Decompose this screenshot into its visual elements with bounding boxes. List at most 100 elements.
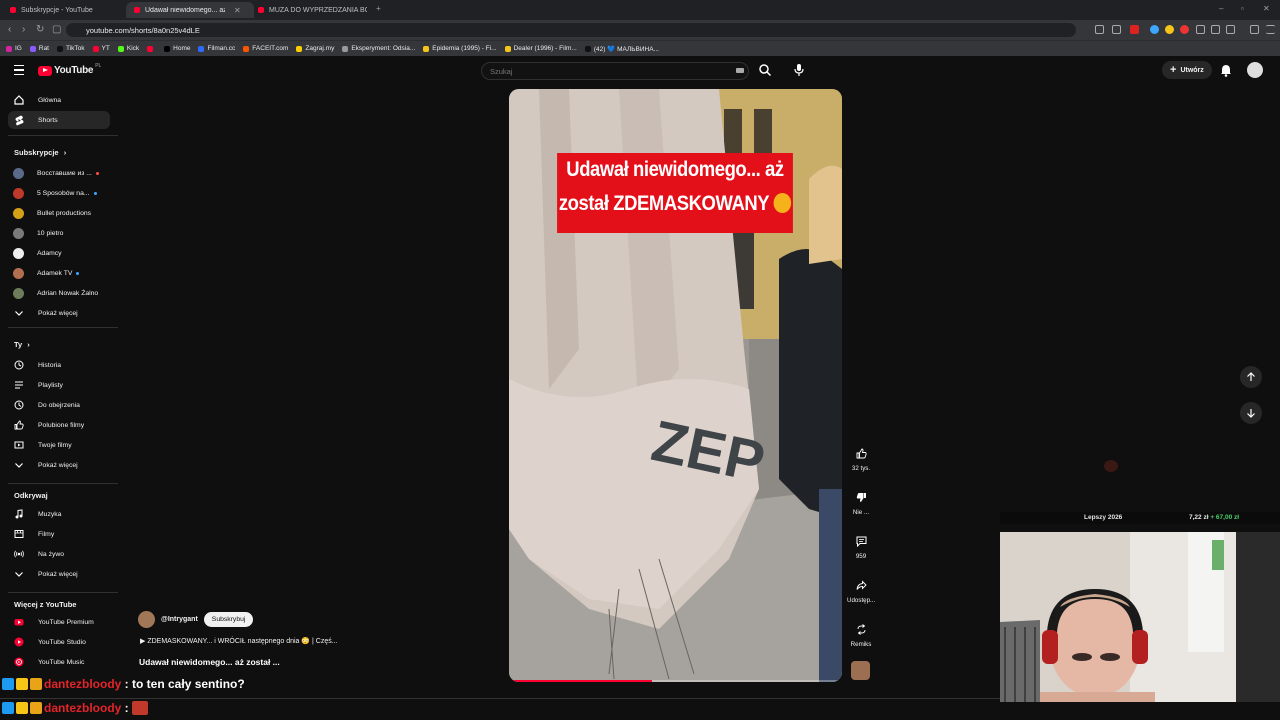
bookmark-item[interactable]: FACEIT.com: [243, 45, 288, 52]
sidebar-item-chevron-down[interactable]: Pokaż więcej: [8, 565, 110, 583]
browser-tab[interactable]: Subskrypcje - YouTube: [2, 2, 130, 18]
bookmark-item[interactable]: Zagraj.my: [296, 45, 334, 52]
sidebar-subscription-item[interactable]: 5 Sposobów na...: [8, 184, 110, 202]
bookmark-item[interactable]: [147, 45, 156, 52]
bookmark-item[interactable]: Eksperyment: Odsia...: [342, 45, 415, 52]
new-tab-icon[interactable]: +: [376, 4, 381, 13]
back-icon[interactable]: ‹: [8, 24, 11, 35]
sidebar-item-yt-premium[interactable]: YouTube Premium: [8, 613, 110, 631]
create-button[interactable]: + Utwórz: [1162, 61, 1212, 79]
bookmark-icon[interactable]: ▢: [52, 24, 61, 35]
link-icon[interactable]: [1226, 25, 1235, 34]
channel-avatar[interactable]: [138, 611, 155, 628]
live-icon: [14, 549, 24, 559]
video-title[interactable]: Udawał niewidomego... aż został ...: [139, 657, 280, 667]
comments-button[interactable]: 959: [847, 531, 875, 560]
url-field[interactable]: youtube.com/shorts/8a0n25v4dLE: [66, 23, 1076, 37]
you-heading[interactable]: Ty ›: [14, 340, 30, 349]
extension-icon[interactable]: [1165, 25, 1174, 34]
bookmark-item[interactable]: Kick: [117, 45, 139, 52]
maximize-icon[interactable]: ▫: [1241, 4, 1244, 13]
bookmark-item[interactable]: Home: [164, 45, 190, 52]
search-icon[interactable]: [758, 63, 772, 77]
sidebar-item-label: Filmy: [38, 530, 55, 538]
audio-source-thumbnail[interactable]: [851, 661, 870, 680]
sidebar-subscription-item[interactable]: Adrian Nowak Żalno: [8, 284, 110, 302]
keyboard-icon[interactable]: [736, 68, 744, 73]
create-label: Utwórz: [1180, 66, 1204, 74]
history-icon: [14, 360, 24, 370]
sidebar-item-watch-later[interactable]: Do obejrzenia: [8, 396, 110, 414]
sidebar-item-chevron-down[interactable]: Pokaż więcej: [8, 456, 110, 474]
extension-icon[interactable]: [1180, 25, 1189, 34]
reload-icon[interactable]: ↻: [36, 24, 44, 35]
sidebar-item-label: Muzyka: [38, 510, 62, 518]
sidebar-item-yt-music[interactable]: YouTube Music: [8, 653, 110, 671]
bookmark-label: Zagraj.my: [305, 45, 335, 52]
sidebar-item-home[interactable]: Główna: [8, 91, 110, 109]
streamer-webcam: [1000, 532, 1280, 702]
bookmark-favicon-icon: [504, 45, 511, 52]
sidebar-item-liked[interactable]: Polubione filmy: [8, 416, 110, 434]
thumbs-up-icon: [851, 443, 871, 463]
media-icon[interactable]: [1250, 25, 1259, 34]
subscribe-button[interactable]: Subskrybuj: [203, 612, 254, 627]
minimize-icon[interactable]: –: [1219, 4, 1223, 13]
video-progress-bar[interactable]: [509, 680, 842, 682]
share-icon[interactable]: [1112, 25, 1121, 34]
sidebar-subscription-item[interactable]: Bullet productions: [8, 204, 110, 222]
microphone-icon[interactable]: [793, 63, 805, 77]
bookmark-item[interactable]: Filman.cc: [198, 45, 235, 52]
hamburger-menu-icon[interactable]: [14, 65, 24, 75]
shorts-video-player[interactable]: ZEP Udawał niewidomego... aż został ZDEM…: [509, 89, 842, 682]
close-window-icon[interactable]: ✕: [1263, 4, 1270, 13]
bookmark-item[interactable]: YT: [92, 45, 110, 52]
comment-count: 959: [855, 553, 867, 560]
sidebar-subscription-item[interactable]: Adamcy: [8, 244, 110, 262]
sidebar-item-live[interactable]: Na żywo: [8, 545, 110, 563]
sidebar-subscription-item[interactable]: Adamek TV: [8, 264, 110, 282]
bookmark-favicon-icon: [117, 45, 124, 52]
sidebar-item-yt-studio[interactable]: YouTube Studio: [8, 633, 110, 651]
bookmark-item[interactable]: TikTok: [57, 45, 85, 52]
channel-name[interactable]: @Intrygant: [161, 616, 198, 623]
youtube-logo[interactable]: YouTube PL: [38, 63, 101, 76]
search-input[interactable]: Szukaj: [481, 62, 749, 80]
extension-icon[interactable]: [1150, 25, 1159, 34]
browser-menu-icon[interactable]: [1266, 25, 1275, 34]
bookmark-item[interactable]: Epidemia (1995) - Fi...: [423, 45, 497, 52]
video-description[interactable]: ▶ ZDEMASKOWANY... i WRÓCIŁ następnego dn…: [140, 637, 338, 645]
sidebar-item-your-videos[interactable]: Twoje filmy: [8, 436, 110, 454]
sidebar-subscription-item[interactable]: Восставшие из ...: [8, 164, 110, 182]
next-short-button[interactable]: [1240, 402, 1262, 424]
browser-tab-active[interactable]: Udawał niewidomego... aż zo ✕: [126, 2, 254, 18]
bookmark-item[interactable]: Rat: [29, 45, 49, 52]
bookmark-item[interactable]: Dealer (1996) - Film...: [504, 45, 577, 52]
channel-avatar: [13, 227, 24, 239]
previous-short-button[interactable]: [1240, 366, 1262, 388]
sidebar-item-film[interactable]: Filmy: [8, 525, 110, 543]
cast-icon[interactable]: [1095, 25, 1104, 34]
extensions-puzzle-icon[interactable]: [1196, 25, 1205, 34]
sidebar-item-history[interactable]: Historia: [8, 356, 110, 374]
subscriptions-heading[interactable]: Subskrypcje ›: [14, 148, 66, 157]
bookmark-item[interactable]: (42) 💙 МАЛЬВИНА...: [584, 45, 659, 53]
dislike-button[interactable]: Nie ...: [847, 487, 875, 516]
sidebar-item-music[interactable]: Muzyka: [8, 505, 110, 523]
remix-button[interactable]: Remiks: [847, 619, 875, 648]
share-button[interactable]: Udostęp...: [847, 575, 875, 604]
account-avatar[interactable]: [1247, 62, 1263, 78]
download-icon[interactable]: [1211, 25, 1220, 34]
forward-icon[interactable]: ›: [22, 24, 25, 35]
bookmark-item[interactable]: IG: [6, 45, 22, 52]
sidebar-item-shorts[interactable]: Shorts: [8, 111, 110, 129]
close-tab-icon[interactable]: ✕: [234, 6, 241, 15]
caption-line-1: Udawał niewidomego... aż: [566, 158, 784, 181]
notifications-bell-icon[interactable]: [1220, 64, 1232, 77]
sidebar-subscription-item[interactable]: 10 pietro: [8, 224, 110, 242]
like-button[interactable]: 32 tys.: [847, 443, 875, 472]
sidebar-show-more-subs[interactable]: Pokaż więcej: [8, 304, 110, 322]
browser-tab[interactable]: MUZA DO WYPRZEDZANIA BOEING: [250, 2, 378, 18]
brave-shield-icon[interactable]: [1130, 25, 1139, 34]
sidebar-item-playlists[interactable]: Playlisty: [8, 376, 110, 394]
